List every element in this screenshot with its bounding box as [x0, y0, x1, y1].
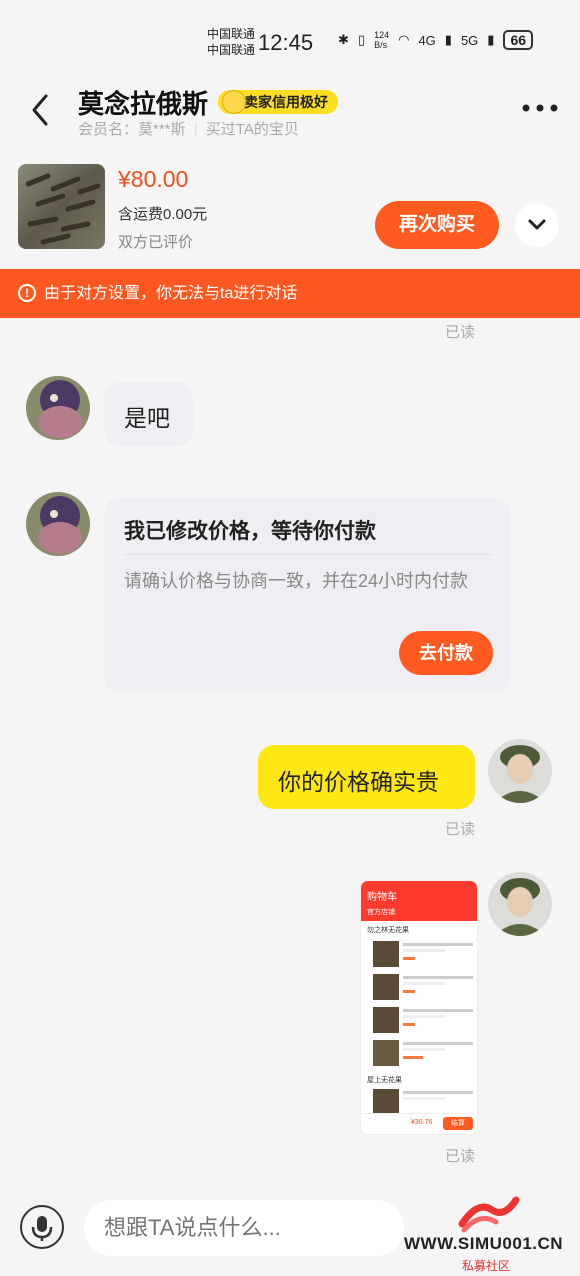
- network-5g: 5G: [460, 32, 479, 48]
- bought-label: 买过TA的宝贝: [205, 121, 299, 138]
- signal-icon: ▮: [487, 32, 495, 47]
- sunglasses-emoji-icon: [222, 90, 246, 114]
- carrier-label: 中国联通 中国联通: [207, 27, 256, 57]
- read-receipt: 已读: [445, 324, 476, 341]
- restriction-notice: ! 由于对方设置，你无法与ta进行对话: [0, 269, 580, 318]
- watermark-logo-icon: [458, 1196, 520, 1233]
- wifi-icon: ◠: [398, 32, 410, 47]
- signal-icon: ▮: [444, 32, 452, 47]
- my-avatar[interactable]: [488, 872, 552, 936]
- avatar-image: [26, 492, 90, 556]
- divider: [124, 554, 492, 555]
- screenshot-total: ¥30.76: [411, 1119, 433, 1126]
- watermark-label: 私募社区: [462, 1259, 511, 1273]
- screenshot-list: [373, 941, 473, 1066]
- voice-button[interactable]: [20, 1205, 64, 1249]
- avatar-image: [488, 872, 552, 936]
- card-title: 我已修改价格，等待你付款: [124, 520, 376, 543]
- more-dots-icon: [522, 104, 558, 112]
- payment-card: 我已修改价格，等待你付款 请确认价格与协商一致，并在24小时内付款 去付款: [104, 498, 511, 693]
- pay-button[interactable]: 去付款: [399, 631, 493, 675]
- screenshot-checkout: 结算: [443, 1117, 473, 1130]
- seller-avatar[interactable]: [26, 492, 90, 556]
- avatar-image: [488, 739, 552, 803]
- avatar-image: [26, 376, 90, 440]
- card-description: 请确认价格与协商一致，并在24小时内付款: [124, 571, 469, 591]
- back-button[interactable]: [24, 90, 60, 130]
- product-image[interactable]: [18, 164, 105, 249]
- message-text: 你的价格确实贵: [278, 769, 439, 795]
- message-input[interactable]: [84, 1200, 404, 1256]
- notice-text: 由于对方设置，你无法与ta进行对话: [44, 285, 298, 302]
- seller-avatar[interactable]: [26, 376, 90, 440]
- chevron-left-icon: [32, 94, 48, 126]
- product-price: ¥80.00: [118, 166, 189, 192]
- status-time: 12:45: [258, 30, 314, 55]
- my-message-bubble[interactable]: 你的价格确实贵: [258, 745, 475, 809]
- message-text: 是吧: [124, 405, 170, 431]
- screenshot-tab: 官方店铺: [361, 907, 477, 921]
- image-message[interactable]: 购物车 官方店铺 勿之林无花果 屋上无花果 ¥30.76 结算: [360, 880, 478, 1135]
- screenshot-shop: 勿之林无花果: [367, 927, 409, 934]
- member-info: 会员名：莫***斯 | 买过TA的宝贝: [78, 121, 299, 138]
- member-name: 会员名：莫***斯: [78, 121, 186, 138]
- rating-status: 双方已评价: [118, 234, 194, 251]
- chevron-down-icon: [528, 219, 546, 230]
- bluetooth-icon: ✱: [338, 32, 349, 47]
- buy-again-button[interactable]: 再次购买: [375, 201, 499, 249]
- network-4g: 4G: [418, 32, 436, 48]
- vibrate-icon: ▯: [357, 32, 366, 47]
- shipping-fee: 含运费0.00元: [118, 206, 208, 223]
- watermark-site: WWW.SIMU001.CN: [404, 1234, 564, 1253]
- screenshot-item: [373, 1089, 473, 1115]
- chat-title[interactable]: 莫念拉俄斯: [78, 84, 208, 121]
- battery-icon: 66: [503, 30, 534, 50]
- product-photo-icon: [25, 173, 101, 245]
- status-icons: ✱ ▯ 124 B/s ◠ 4G ▮ 5G ▮ 66: [338, 30, 534, 50]
- more-button[interactable]: [520, 100, 560, 116]
- read-receipt: 已读: [445, 1148, 476, 1165]
- read-receipt: 已读: [445, 821, 476, 838]
- message-bubble[interactable]: 是吧: [104, 382, 193, 446]
- microphone-icon: [31, 1216, 53, 1241]
- screenshot-footer: ¥30.76 结算: [361, 1113, 477, 1134]
- speed-label: 124 B/s: [374, 30, 390, 50]
- my-avatar[interactable]: [488, 739, 552, 803]
- screenshot-shop2: 屋上无花果: [367, 1077, 402, 1084]
- expand-button[interactable]: [515, 203, 559, 247]
- screenshot-header: 购物车: [361, 881, 477, 907]
- warning-icon: !: [18, 284, 36, 302]
